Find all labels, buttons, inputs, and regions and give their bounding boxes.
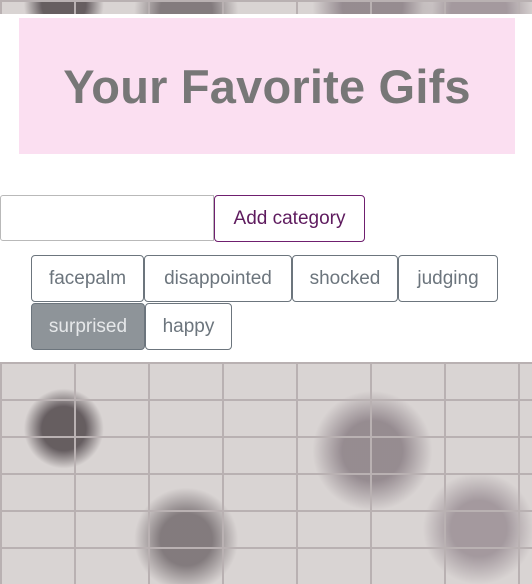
category-button-judging[interactable]: judging bbox=[398, 255, 498, 302]
category-button-surprised[interactable]: surprised bbox=[31, 303, 145, 350]
category-button-happy[interactable]: happy bbox=[145, 303, 232, 350]
category-input[interactable] bbox=[0, 195, 214, 241]
page-title: Your Favorite Gifs bbox=[63, 59, 471, 113]
category-button-shocked[interactable]: shocked bbox=[292, 255, 398, 302]
header-banner: Your Favorite Gifs bbox=[19, 18, 515, 154]
brick-wall-background-bottom bbox=[0, 362, 532, 584]
brick-wall-background-top bbox=[0, 0, 532, 14]
category-button-facepalm[interactable]: facepalm bbox=[31, 255, 144, 302]
category-button-disappointed[interactable]: disappointed bbox=[144, 255, 292, 302]
add-category-button[interactable]: Add category bbox=[214, 195, 365, 242]
